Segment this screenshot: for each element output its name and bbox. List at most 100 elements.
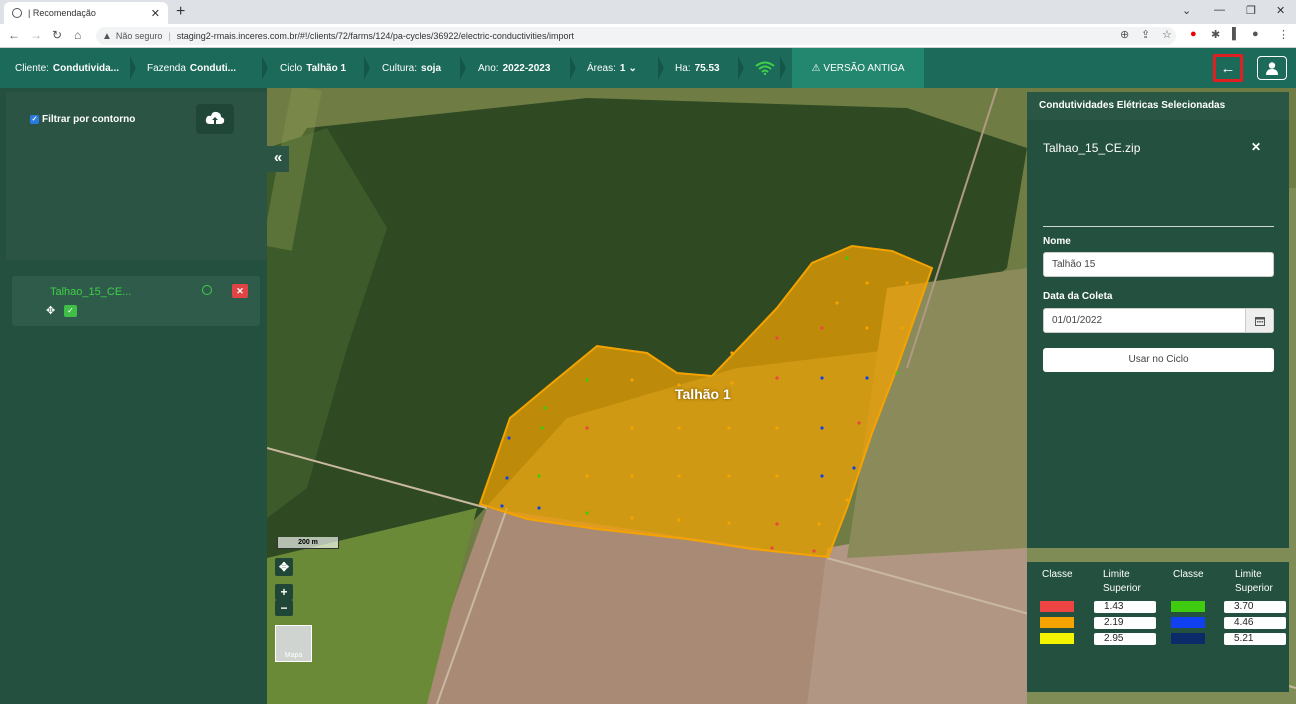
calendar-icon — [1254, 316, 1265, 326]
upload-button[interactable] — [196, 104, 234, 134]
arrow-left-icon: ← — [1220, 59, 1236, 77]
address-bar: ← → ↻ ⌂ ▲ Não seguro | staging2-rmais.in… — [0, 24, 1296, 48]
ha-value: 75.53 — [694, 62, 720, 74]
selected-file-name: Talhao_15_CE.zip — [1043, 141, 1141, 155]
breadcrumb-areas[interactable]: Áreas: 1 ⌄ — [587, 48, 637, 88]
calendar-button[interactable] — [1245, 309, 1273, 332]
url-text: staging2-rmais.inceres.com.br/#!/clients… — [176, 31, 574, 41]
cloud-upload-icon — [205, 111, 225, 124]
forward-nav-icon[interactable]: → — [30, 28, 42, 42]
user-button[interactable] — [1257, 56, 1287, 80]
legend-value-2: 2.19 — [1094, 617, 1156, 629]
back-nav-icon[interactable]: ← — [8, 28, 20, 42]
legend-value-5: 4.46 — [1224, 617, 1286, 629]
use-in-cycle-button[interactable]: Usar no Ciclo — [1043, 348, 1274, 372]
left-panel: ✓ Filtrar por contorno Talhao_15_CE... ✕… — [0, 88, 267, 704]
file-card: Talhao_15_CE... ✕ ✥ ✓ — [12, 276, 260, 326]
breadcrumb-separator — [780, 56, 786, 80]
nome-label: Nome — [1043, 236, 1071, 247]
breadcrumb-cliente[interactable]: Cliente: Condutivida... — [15, 48, 119, 88]
breadcrumb-cultura[interactable]: Cultura: soja — [382, 48, 441, 88]
zoom-out-button[interactable]: − — [275, 600, 293, 616]
ciclo-value: Talhão 1 — [306, 62, 347, 74]
wifi-icon — [755, 61, 775, 75]
close-tab-icon[interactable]: ✕ — [151, 7, 160, 20]
minimize-icon[interactable]: — — [1214, 4, 1225, 16]
legend-header-limite-1: Limite Superior — [1103, 569, 1141, 594]
menu-icon[interactable]: ⋮ — [1278, 28, 1289, 41]
restore-icon[interactable]: ❐ — [1246, 4, 1256, 17]
opera-icon[interactable]: ● — [1190, 28, 1197, 40]
not-secure-label: Não seguro — [115, 31, 163, 41]
fazenda-value: Conduti... — [189, 62, 237, 74]
home-icon[interactable]: ⌂ — [74, 28, 81, 42]
legend-swatch-6 — [1171, 633, 1205, 644]
legend-value-3: 2.95 — [1094, 633, 1156, 645]
legend-swatch-2 — [1040, 617, 1074, 628]
breadcrumb-separator — [738, 56, 744, 80]
old-version-label: VERSÃO ANTIGA — [823, 62, 905, 74]
browser-tab[interactable]: | Recomendação ✕ — [4, 2, 168, 24]
pan-button[interactable]: ✥ — [275, 558, 293, 576]
reload-icon[interactable]: ↻ — [52, 28, 62, 42]
share-icon[interactable]: ⇪ — [1141, 28, 1150, 41]
breadcrumb-fazenda[interactable]: Fazenda Conduti... — [147, 48, 236, 88]
star-icon[interactable]: ☆ — [1162, 28, 1172, 41]
basemap-label: Mapa — [284, 652, 303, 659]
data-coleta-label: Data da Coleta — [1043, 291, 1113, 302]
cultura-label: Cultura: — [382, 62, 418, 74]
warning-icon: ▲ — [102, 30, 112, 42]
nome-input[interactable]: Talhão 15 — [1043, 252, 1274, 277]
tab-title: | Recomendação — [28, 8, 96, 18]
window-close-icon[interactable]: ✕ — [1276, 4, 1285, 17]
collapse-panel-button[interactable]: « — [267, 146, 289, 172]
new-tab-icon[interactable]: + — [176, 3, 185, 21]
data-coleta-input[interactable]: 01/01/2022 — [1043, 308, 1274, 333]
fazenda-label: Fazenda — [147, 62, 186, 74]
select-file-checkbox[interactable]: ✓ — [64, 305, 77, 317]
breadcrumb-separator — [658, 56, 664, 80]
legend-header-classe-2: Classe — [1173, 569, 1204, 580]
chevron-down-icon[interactable]: ⌄ — [1182, 4, 1191, 17]
breadcrumb-ano[interactable]: Ano: 2022-2023 — [478, 48, 550, 88]
basemap-toggle[interactable]: Mapa — [275, 625, 312, 662]
back-button[interactable]: ← — [1213, 54, 1243, 82]
url-field[interactable]: ▲ Não seguro | staging2-rmais.inceres.co… — [96, 27, 1176, 45]
right-panel: Condutividades Elétricas Selecionadas Ta… — [1027, 92, 1289, 548]
breadcrumb-separator — [130, 56, 136, 80]
ano-label: Ano: — [478, 62, 499, 74]
zoom-icon[interactable]: ⊕ — [1120, 28, 1129, 41]
breadcrumb-ciclo[interactable]: Ciclo Talhão 1 — [280, 48, 346, 88]
areas-label: Áreas: — [587, 62, 616, 74]
legend-swatch-3 — [1040, 633, 1074, 644]
move-icon[interactable]: ✥ — [46, 304, 55, 317]
old-version-button[interactable]: ⚠ VERSÃO ANTIGA — [792, 48, 924, 88]
legend-swatch-1 — [1040, 601, 1074, 612]
url-separator: | — [168, 31, 171, 41]
file-name[interactable]: Talhao_15_CE... — [50, 286, 131, 298]
filter-box: ✓ Filtrar por contorno — [6, 92, 267, 260]
breadcrumb-separator — [262, 56, 268, 80]
scale-bar: 200 m — [277, 537, 339, 549]
divider — [1043, 226, 1274, 227]
remove-file-button[interactable]: ✕ — [1251, 140, 1261, 154]
extensions-icon[interactable]: ✱ — [1211, 28, 1220, 41]
legend-value-4: 3.70 — [1224, 601, 1286, 613]
delete-file-button[interactable]: ✕ — [232, 284, 248, 298]
legend-value-1: 1.43 — [1094, 601, 1156, 613]
app-header: Cliente: Condutivida... Fazenda Conduti.… — [0, 48, 1296, 88]
profile-avatar-icon[interactable]: ● — [1252, 28, 1259, 40]
ha-label: Ha: — [675, 62, 691, 74]
field-label: Talhão 1 — [675, 386, 731, 402]
legend-panel: Classe Limite Superior Classe Limite Sup… — [1027, 562, 1289, 692]
legend-swatch-4 — [1171, 601, 1205, 612]
sidebar-icon[interactable]: ▌ — [1232, 28, 1240, 40]
filter-by-contour-checkbox[interactable]: ✓ Filtrar por contorno — [30, 114, 135, 125]
zoom-in-button[interactable]: + — [275, 584, 293, 600]
chevron-down-icon: ⌄ — [628, 62, 637, 74]
legend-value-6: 5.21 — [1224, 633, 1286, 645]
warning-icon: ⚠ — [811, 62, 821, 74]
checkbox-checked-icon: ✓ — [30, 115, 39, 124]
cliente-value: Condutivida... — [52, 62, 120, 74]
browser-tab-strip: | Recomendação ✕ + ⌄ — ❐ ✕ — [0, 0, 1296, 24]
